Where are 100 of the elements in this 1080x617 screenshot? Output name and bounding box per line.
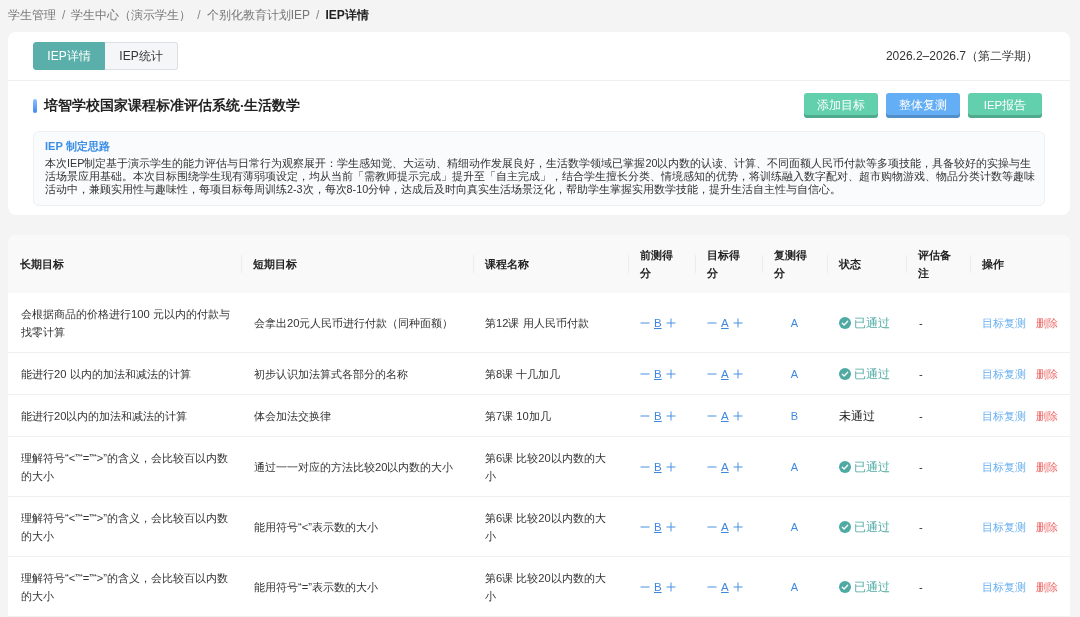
plus-icon[interactable]: [732, 521, 743, 532]
status-label: 已通过: [854, 315, 890, 331]
column-header: 复测得分: [774, 248, 808, 281]
tab[interactable]: IEP统计: [105, 42, 178, 70]
table-cell-text: 初步认识加法算式各部分的名称: [254, 366, 408, 382]
table-cell-text: 能进行20 以内的加法和减法的计算: [21, 366, 191, 382]
retest-link[interactable]: 目标复测: [982, 577, 1026, 596]
breadcrumb-link[interactable]: 个别化教育计划IEP: [206, 6, 311, 24]
retest-link[interactable]: 目标复测: [982, 313, 1026, 332]
retest-score: A: [790, 579, 799, 595]
plus-icon[interactable]: [665, 521, 676, 532]
check-circle-icon: [839, 367, 851, 380]
tab[interactable]: IEP详情: [33, 42, 105, 70]
plus-icon[interactable]: [732, 581, 743, 592]
plus-icon[interactable]: [665, 581, 676, 592]
column-header: 评估备注: [918, 248, 952, 281]
status-label: 已通过: [854, 579, 890, 595]
table-cell-text: 能用符号“<”表示数的大小: [254, 519, 378, 535]
table-cell-text: -: [919, 315, 923, 331]
delete-link[interactable]: 删除: [1036, 313, 1058, 332]
retest-score: B: [790, 408, 799, 424]
rationale-title: IEP 制定思路: [45, 139, 111, 153]
table-cell-text: -: [919, 408, 923, 424]
score-link[interactable]: A: [721, 313, 729, 332]
plus-icon[interactable]: [665, 317, 676, 328]
action-button[interactable]: IEP报告: [968, 93, 1042, 118]
table-cell-text: 第6课 比较20以内数的大小: [485, 510, 607, 544]
check-circle-icon: [839, 580, 851, 593]
table-cell-text: 理解符号“<”“=”“>”的含义，会比较百以内数的大小: [21, 450, 229, 484]
retest-link[interactable]: 目标复测: [982, 406, 1026, 425]
score-link[interactable]: A: [721, 577, 729, 596]
table-cell-text: 第6课 比较20以内数的大小: [485, 570, 607, 604]
plus-icon[interactable]: [732, 461, 743, 472]
delete-link[interactable]: 删除: [1036, 577, 1058, 596]
plus-icon[interactable]: [665, 368, 676, 379]
score-link[interactable]: B: [654, 517, 662, 536]
retest-score: A: [790, 315, 799, 331]
status-label: 已通过: [854, 459, 890, 475]
accent-bar-icon: [33, 98, 37, 113]
action-button[interactable]: 整体复测: [886, 93, 960, 118]
delete-link[interactable]: 删除: [1036, 517, 1058, 536]
check-circle-icon: [839, 316, 851, 329]
plus-icon[interactable]: [732, 410, 743, 421]
score-link[interactable]: A: [721, 406, 729, 425]
retest-score: A: [790, 366, 799, 382]
score-link[interactable]: A: [721, 364, 729, 383]
table-cell-text: 第12课 用人民币付款: [485, 315, 589, 331]
plus-icon[interactable]: [732, 368, 743, 379]
breadcrumb-link[interactable]: 学生中心（演示学生）: [71, 6, 192, 24]
table-cell-text: 第7课 10加几: [485, 408, 551, 424]
column-header: 短期目标: [253, 257, 297, 272]
table-cell-text: -: [919, 459, 923, 475]
breadcrumb-link[interactable]: 学生管理: [8, 6, 56, 24]
action-button[interactable]: 添加目标: [804, 93, 878, 118]
plus-icon[interactable]: [732, 317, 743, 328]
table-cell-text: -: [919, 366, 923, 382]
delete-link[interactable]: 删除: [1036, 364, 1058, 383]
table-cell-text: -: [919, 519, 923, 535]
delete-link[interactable]: 删除: [1036, 457, 1058, 476]
rationale-text: 本次IEP制定基于演示学生的能力评估与日常行为观察展开：学生感知觉、大运动、精细动作发展良好，生活数学领域已掌握20以内数的认读、计算、不同面额人民币付款等多项技能，具备较好的实操与生活场景应用基础。本次目标围绕学生现有薄弱项设定，均从当前「需教师提示完成」提升至「自主完成」，结合学生擅长分类、情境感知的优势，将训练融入数字配对、超市购物游戏、物品分类计数等趣味活动中，兼顾实用性与趣味性，每项目标每周训练2-3次，每次8-10分钟，达成后及时向真实生活场景泛化，帮助学生掌握实用数学技能，提升生活自主性与自信心。: [45, 157, 1036, 196]
current-page-label: IEP详情: [325, 6, 369, 24]
plus-icon[interactable]: [665, 410, 676, 421]
column-header: 长期目标: [20, 257, 64, 272]
score-link[interactable]: B: [654, 364, 662, 383]
retest-link[interactable]: 目标复测: [982, 457, 1026, 476]
table-cell-text: 能用符号“=”表示数的大小: [254, 579, 378, 595]
table-cell-text: 会根据商品的价格进行100 元以内的付款与找零计算: [21, 306, 231, 340]
delete-link[interactable]: 删除: [1036, 406, 1058, 425]
term-label: 2026.2–2026.7（第二学期）: [885, 47, 1038, 65]
table-cell-text: 理解符号“<”“=”“>”的含义，会比较百以内数的大小: [21, 570, 229, 604]
column-header: 操作: [982, 257, 1004, 272]
retest-link[interactable]: 目标复测: [982, 364, 1026, 383]
score-link[interactable]: B: [654, 457, 662, 476]
check-circle-icon: [839, 460, 851, 473]
table-cell-text: 通过一一对应的方法比较20以内数的大小: [254, 459, 454, 475]
retest-link[interactable]: 目标复测: [982, 517, 1026, 536]
plus-icon[interactable]: [665, 461, 676, 472]
table-cell-text: 体会加法交换律: [254, 408, 331, 424]
score-link[interactable]: A: [721, 457, 729, 476]
table-cell-text: 第8课 十几加几: [485, 366, 561, 382]
score-link[interactable]: B: [654, 406, 662, 425]
column-header: 课程名称: [485, 257, 529, 272]
column-header: 前测得分: [640, 248, 674, 281]
status-label: 已通过: [854, 519, 890, 535]
score-link[interactable]: B: [654, 313, 662, 332]
score-link[interactable]: B: [654, 577, 662, 596]
status-label: 已通过: [854, 366, 890, 382]
table-cell-text: 理解符号“<”“=”“>”的含义，会比较百以内数的大小: [21, 510, 229, 544]
retest-score: A: [790, 519, 799, 535]
table-cell-text: 会拿出20元人民币进行付款（同种面额）: [254, 315, 454, 331]
column-header: 目标得分: [707, 248, 741, 281]
status-label: 未通过: [839, 408, 875, 424]
column-header: 状态: [839, 257, 861, 272]
breadcrumb-separator: /: [62, 8, 66, 22]
check-circle-icon: [839, 520, 851, 533]
score-link[interactable]: A: [721, 517, 729, 536]
table-cell-text: -: [919, 579, 923, 595]
breadcrumb-separator: /: [316, 8, 320, 22]
table-cell-text: 能进行20以内的加法和减法的计算: [21, 408, 188, 424]
table-cell-text: 第6课 比较20以内数的大小: [485, 450, 607, 484]
